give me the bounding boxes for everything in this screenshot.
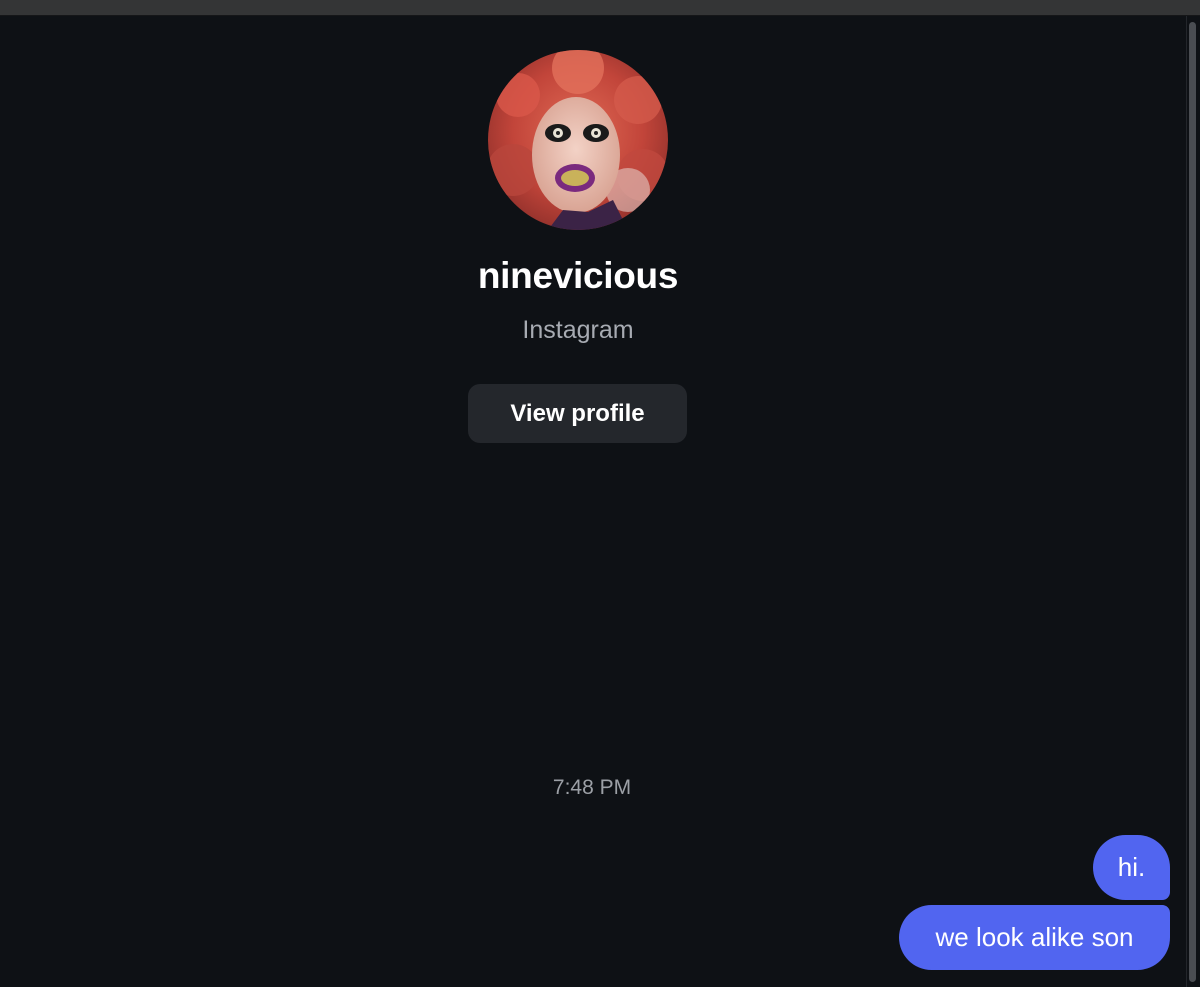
view-profile-button[interactable]: View profile [468, 384, 687, 443]
profile-avatar[interactable] [488, 50, 668, 230]
message-bubble[interactable]: hi. [1093, 835, 1170, 900]
profile-platform: Instagram [522, 316, 634, 344]
profile-username: ninevicious [477, 255, 679, 296]
profile-photo-icon [488, 50, 668, 230]
message-timestamp: 7:48 PM [552, 776, 632, 799]
window-top-bar [0, 0, 1200, 16]
scrollbar-thumb[interactable] [1189, 22, 1196, 982]
message-bubble[interactable]: we look alike son [899, 905, 1170, 970]
